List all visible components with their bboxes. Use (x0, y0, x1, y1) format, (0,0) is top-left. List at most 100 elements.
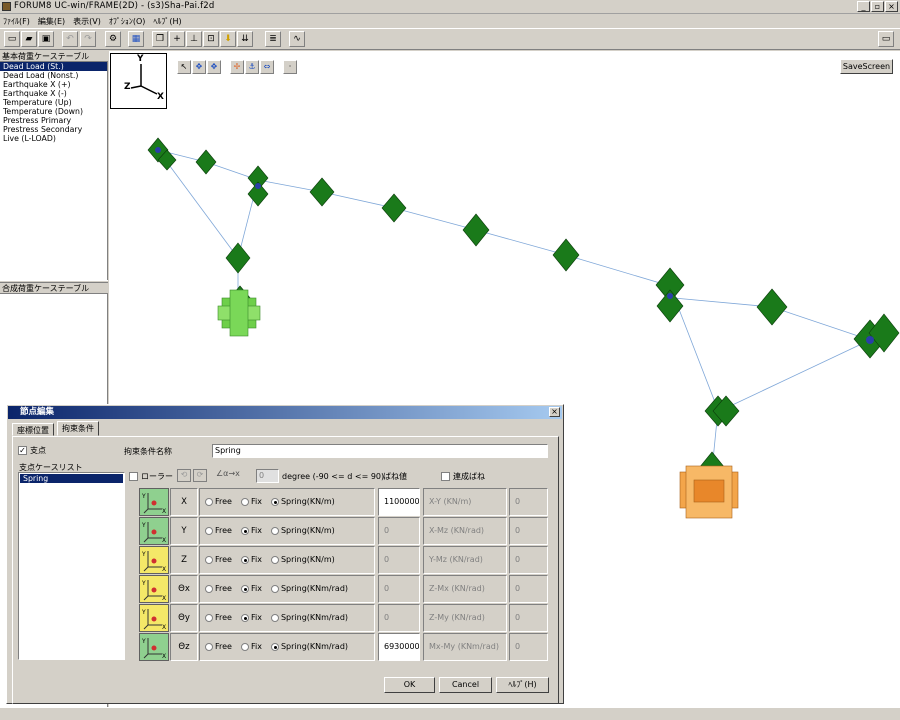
grid-icon[interactable]: ▦ (128, 31, 144, 47)
radio-label: Free (215, 613, 232, 622)
save-icon[interactable]: ▣ (38, 31, 54, 47)
settings-icon[interactable]: ⚙ (105, 31, 121, 47)
axis-direction-icon: YX (139, 546, 169, 574)
constraint-options: Free Fix Spring(KNm/rad) (199, 633, 375, 661)
degree-input[interactable]: 0 (256, 469, 279, 483)
calculate-icon[interactable]: ∿ (289, 31, 305, 47)
node-add-icon[interactable]: + (169, 31, 185, 47)
window-icon[interactable]: ▭ (878, 31, 894, 47)
coupled-spring-value[interactable]: 0 (509, 575, 548, 603)
spring-value-input[interactable]: 1100000 (378, 488, 420, 516)
dialog-close-button[interactable]: × (549, 407, 560, 417)
radio-fix[interactable]: Fix (240, 555, 262, 564)
list-item[interactable]: Prestress Primary (0, 116, 107, 125)
support-checkbox[interactable]: ✓ 支点 (18, 445, 46, 456)
pan-icon[interactable]: ✢ (230, 60, 244, 74)
undo-icon[interactable]: ↶ (62, 31, 78, 47)
list-item[interactable]: Spring (20, 474, 123, 483)
cancel-button[interactable]: Cancel (439, 677, 492, 693)
spring-value-input[interactable]: 0 (378, 575, 420, 603)
radio-icon (270, 613, 279, 622)
point-icon[interactable]: · (283, 60, 297, 74)
list-item[interactable]: Dead Load (St.) (0, 62, 107, 71)
radio-fix[interactable]: Fix (240, 497, 262, 506)
radio-spring[interactable]: Spring(KN/m) (270, 526, 335, 535)
minimize-button[interactable]: _ (857, 1, 870, 12)
distributed-load-icon[interactable]: ⇊ (237, 31, 253, 47)
radio-spring[interactable]: Spring(KN/m) (270, 497, 335, 506)
radio-spring[interactable]: Spring(KNm/rad) (270, 642, 348, 651)
open-folder-icon[interactable]: ▰ (21, 31, 37, 47)
menu-view[interactable]: 表示(V) (70, 14, 106, 27)
ok-button[interactable]: OK (384, 677, 435, 693)
coupled-spring-value[interactable]: 0 (509, 488, 548, 516)
radio-free[interactable]: Free (205, 613, 232, 622)
support-label: 支点 (30, 446, 46, 455)
list-item[interactable]: Prestress Secondary (0, 125, 107, 134)
support-list[interactable]: Spring (18, 472, 125, 660)
restore-button[interactable]: ▫ (871, 1, 884, 12)
report-icon[interactable]: ≣ (265, 31, 281, 47)
spring-value-input[interactable]: 0 (378, 517, 420, 545)
copy-icon[interactable]: ❐ (152, 31, 168, 47)
section-icon[interactable]: ⊡ (203, 31, 219, 47)
axis-x-label: X (157, 92, 164, 102)
help-button[interactable]: ﾍﾙﾌﾟ(H) (496, 677, 549, 693)
load-arrow-icon[interactable]: ⬇ (220, 31, 236, 47)
radio-fix[interactable]: Fix (240, 526, 262, 535)
new-file-icon[interactable]: ▭ (4, 31, 20, 47)
radio-free[interactable]: Free (205, 642, 232, 651)
condition-name-label: 拘束条件名称 (124, 447, 172, 456)
fit-icon[interactable]: ⇔ (260, 60, 274, 74)
save-screen-button[interactable]: SaveScreen (840, 59, 893, 74)
list-item[interactable]: Temperature (Down) (0, 107, 107, 116)
pointer-icon[interactable]: ↖ (177, 60, 191, 74)
coupled-spring-value[interactable]: 0 (509, 633, 548, 661)
member-icon[interactable]: ⊥ (186, 31, 202, 47)
radio-free[interactable]: Free (205, 555, 232, 564)
rotate-icon[interactable]: ✥ (192, 60, 206, 74)
zoom-icon[interactable]: ⚓ (245, 60, 259, 74)
list-item[interactable]: Temperature (Up) (0, 98, 107, 107)
menu-edit[interactable]: 編集(E) (35, 14, 70, 27)
roller-checkbox[interactable]: ローラー (129, 471, 173, 482)
spring-value-input[interactable]: 0 (378, 604, 420, 632)
condition-name-input[interactable]: Spring (212, 444, 548, 458)
radio-spring[interactable]: Spring(KN/m) (270, 555, 335, 564)
radio-spring[interactable]: Spring(KNm/rad) (270, 584, 348, 593)
list-item[interactable]: Earthquake X (+) (0, 80, 107, 89)
rotate-3d-icon[interactable]: ✥ (207, 60, 221, 74)
rotate-right-icon[interactable]: ⟳ (193, 469, 207, 482)
radio-free[interactable]: Free (205, 497, 232, 506)
radio-free[interactable]: Free (205, 526, 232, 535)
coupled-spring-value[interactable]: 0 (509, 546, 548, 574)
spring-value-input[interactable]: 6930000 (378, 633, 420, 661)
coupled-spring-value[interactable]: 0 (509, 517, 548, 545)
spring-support-right (679, 465, 739, 519)
coupled-spring-checkbox[interactable]: 連成ばね (441, 471, 485, 482)
direction-label: Θx (170, 575, 198, 603)
radio-fix[interactable]: Fix (240, 613, 262, 622)
radio-fix[interactable]: Fix (240, 642, 262, 651)
tab-coordinates[interactable]: 座標位置 (12, 423, 54, 436)
list-item[interactable]: Live (L-LOAD) (0, 134, 107, 143)
rotate-left-icon[interactable]: ⟲ (177, 469, 191, 482)
radio-spring[interactable]: Spring(KNm/rad) (270, 613, 348, 622)
svg-text:X: X (162, 653, 166, 660)
status-bar (0, 707, 900, 720)
list-item[interactable]: Earthquake X (-) (0, 89, 107, 98)
direction-label: Θy (170, 604, 198, 632)
redo-icon[interactable]: ↷ (80, 31, 96, 47)
menu-file[interactable]: ﾌｧｲﾙ(F) (0, 14, 35, 27)
radio-fix[interactable]: Fix (240, 584, 262, 593)
radio-free[interactable]: Free (205, 584, 232, 593)
radio-icon (240, 642, 249, 651)
close-button[interactable]: × (885, 1, 898, 12)
menu-options[interactable]: ｵﾌﾟｼｮﾝ(O) (106, 14, 151, 27)
list-item[interactable]: Dead Load (Nonst.) (0, 71, 107, 80)
coupled-spring-value[interactable]: 0 (509, 604, 548, 632)
tab-constraints[interactable]: 拘束条件 (57, 421, 99, 436)
menu-help[interactable]: ﾍﾙﾌﾟ(H) (150, 14, 186, 27)
spring-value-input[interactable]: 0 (378, 546, 420, 574)
axis-direction-icon: YX (139, 517, 169, 545)
